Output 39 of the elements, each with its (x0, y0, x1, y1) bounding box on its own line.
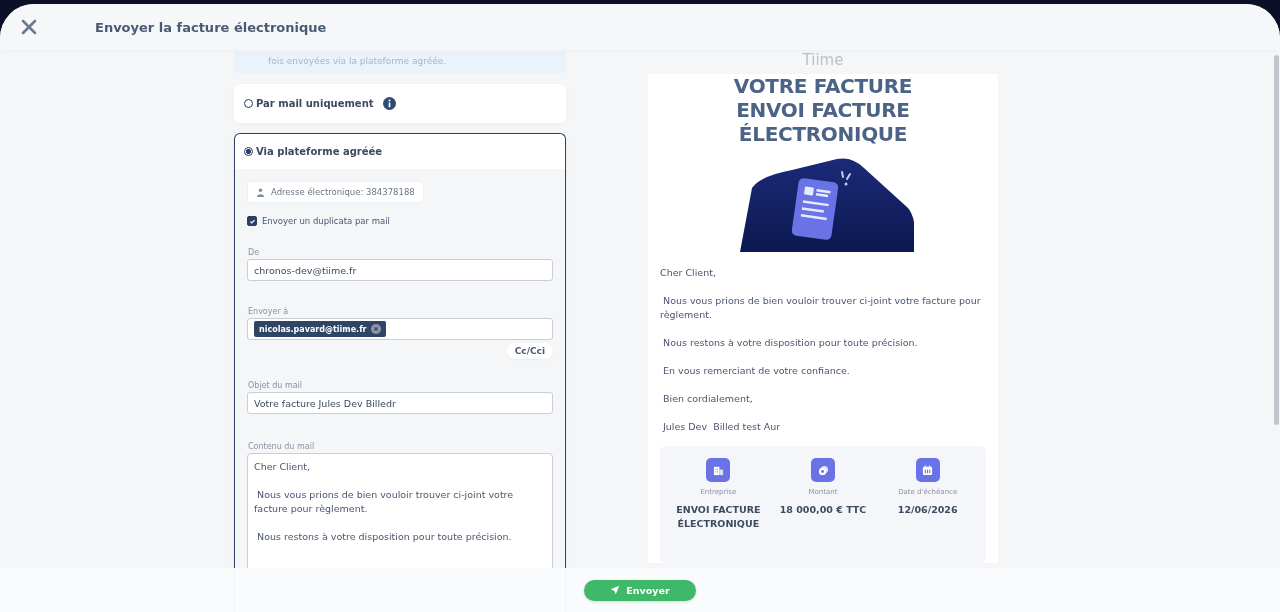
checkbox-label: Envoyer un duplicata par mail (262, 216, 390, 226)
dialog-title: Envoyer la facture électronique (95, 19, 327, 35)
checkbox[interactable] (247, 216, 257, 226)
summary-value: ENVOI FACTURE ÉLECTRONIQUE (675, 503, 762, 531)
paper-plane-icon (610, 585, 621, 595)
address-text: Adresse électronique: 384378188 (271, 187, 415, 197)
close-icon[interactable] (21, 19, 37, 35)
preview-heading: VOTRE FACTURE (733, 74, 913, 98)
scrollbar[interactable] (1274, 55, 1279, 425)
field-label: De (247, 248, 261, 257)
recipient-field[interactable]: nicolas.pavard@tiime.fr (247, 318, 553, 340)
preview-heading: ÉLECTRONIQUE (738, 122, 908, 146)
from-field[interactable]: chronos-dev@tiime.fr (247, 259, 553, 281)
delivery-option-card[interactable]: Par mail uniquement (234, 84, 566, 123)
option-label: Via plateforme agréée (256, 146, 383, 157)
preview-paragraph: Nous restons à votre disposition pour toute précision. (662, 336, 919, 350)
logo-text: Tiime (802, 50, 844, 70)
field-label: Contenu du mail (247, 442, 316, 451)
preview-heading: ENVOI FACTURE (736, 98, 910, 122)
summary-value: 12/06/2026 (897, 503, 958, 517)
preview-paragraph: Nous vous prions de bien vouloir trouver ci-joint votre facture pour règlement. (660, 294, 982, 322)
preview-paragraph: Bien cordialement, (662, 392, 754, 406)
summary-value: 18 000,00 € TTC (779, 503, 867, 517)
coins-icon (811, 458, 835, 482)
option-label: Par mail uniquement (256, 98, 374, 109)
field-label: Objet du mail (247, 381, 304, 390)
field-label: Envoyer à (247, 307, 290, 316)
calendar-icon (915, 458, 940, 482)
person-icon (256, 187, 265, 197)
preview-paragraph: Cher Client, (660, 266, 717, 280)
subject-field[interactable]: Votre facture Jules Dev Billedr (247, 392, 553, 414)
chip-text: nicolas.pavard@tiime.fr (259, 324, 367, 334)
info-icon[interactable] (382, 97, 396, 110)
radio-button[interactable] (244, 147, 253, 156)
building-icon (706, 458, 731, 482)
cc-button[interactable]: Cc/Cci (506, 343, 553, 359)
remove-icon[interactable] (370, 324, 381, 334)
preview-paragraph: Jules Dev Billed test Aur (661, 420, 782, 434)
preview-paragraph: En vous remerciant de votre confiance. (662, 364, 851, 378)
